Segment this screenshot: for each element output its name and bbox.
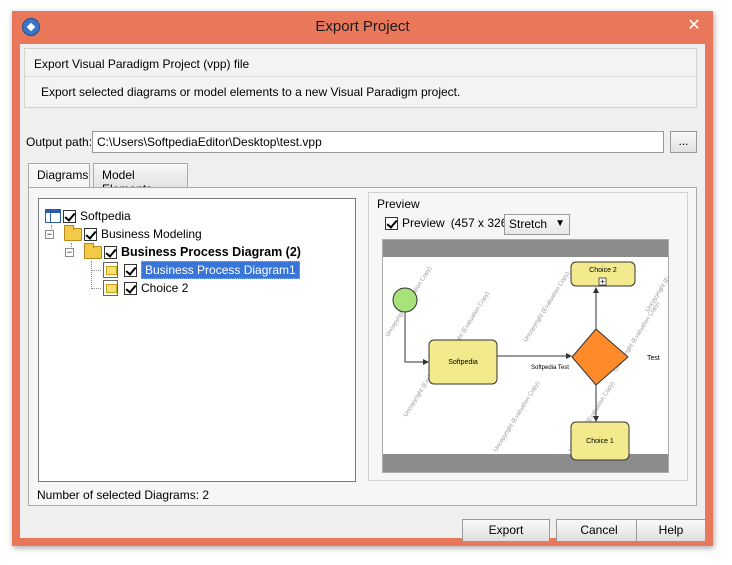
diagram-doc-icon: [103, 280, 118, 296]
collapse-icon[interactable]: −: [65, 247, 74, 257]
selected-count-label: Number of selected Diagrams: 2: [37, 488, 210, 502]
tree-item-label: Business Modeling: [101, 227, 202, 241]
chevron-down-icon: ▼: [555, 218, 565, 229]
flow-label: Softpedia Test: [531, 365, 569, 371]
tree-item-softpedia[interactable]: Softpedia: [45, 207, 131, 225]
diagram-doc-icon: [103, 262, 118, 278]
tree-item-business-modeling[interactable]: − Business Modeling: [45, 224, 202, 243]
info-panel: Export Visual Paradigm Project (vpp) fil…: [24, 48, 697, 108]
diagrams-tab-panel: Softpedia − Business Modeling − Business…: [28, 187, 697, 506]
decision-label: Test: [647, 355, 660, 362]
checkbox-business-process-diagram1[interactable]: [124, 263, 137, 277]
export-button[interactable]: Export: [462, 519, 550, 542]
diagram-preview: Uncopyright (Evaluation Copy) Uncopyrigh…: [382, 239, 669, 473]
cancel-button[interactable]: Cancel: [556, 519, 642, 542]
title-bar: Export Project ✕: [12, 11, 713, 44]
info-description: Export selected diagrams or model elemen…: [41, 85, 461, 99]
tree-item-business-process-diagram1[interactable]: Business Process Diagram1: [103, 261, 300, 279]
collapse-icon[interactable]: −: [45, 229, 54, 239]
decision-node: [571, 328, 629, 386]
tab-model-elements[interactable]: Model Elements: [93, 163, 188, 196]
window-title: Export Project: [315, 18, 410, 35]
checkbox-softpedia[interactable]: [63, 209, 76, 223]
export-project-window: Export Project ✕ Export Visual Paradigm …: [12, 11, 713, 546]
preview-checkbox-label: Preview: [402, 216, 445, 230]
info-divider: [25, 76, 696, 77]
diagram-icon: [45, 209, 61, 223]
tree-item-choice-2[interactable]: Choice 2: [103, 279, 188, 297]
preview-checkbox[interactable]: [385, 216, 398, 230]
browse-button[interactable]: ...: [670, 131, 697, 153]
tree-item-label: Choice 2: [141, 281, 189, 295]
preview-mode-select[interactable]: Stretch ▼: [504, 214, 570, 235]
choice-1-label: Choice 1: [586, 438, 614, 445]
folder-diagram-icon: [84, 242, 102, 259]
checkbox-business-modeling[interactable]: [84, 227, 97, 241]
output-path-input[interactable]: C:\Users\SoftpediaEditor\Desktop\test.vp…: [92, 131, 664, 153]
folder-open-icon: [64, 224, 82, 241]
preview-group-label: Preview: [375, 197, 422, 211]
close-icon[interactable]: ✕: [683, 16, 705, 36]
tree-item-label: Business Process Diagram (2): [121, 245, 301, 259]
tree-item-label: Business Process Diagram1: [141, 261, 300, 279]
info-heading: Export Visual Paradigm Project (vpp) fil…: [34, 57, 250, 71]
preview-size-text: (457 x 326): [450, 216, 512, 230]
task-node-label: Softpedia: [448, 359, 478, 366]
diagram-tree[interactable]: Softpedia − Business Modeling − Business…: [38, 198, 356, 482]
output-path-label: Output path:: [26, 135, 93, 149]
preview-mode-value: Stretch: [509, 217, 548, 231]
preview-group: Preview Preview (457 x 326) Stretch ▼ Un…: [368, 192, 688, 481]
tree-item-label: Softpedia: [80, 209, 131, 223]
tree-item-business-process-diagram-group[interactable]: − Business Process Diagram (2): [65, 242, 301, 261]
preview-diagram-svg: Softpedia Softpedia Test Test Choice 2 C…: [392, 261, 660, 461]
checkbox-business-process-diagram-group[interactable]: [104, 245, 117, 259]
start-node: [392, 287, 418, 313]
tab-diagrams[interactable]: Diagrams: [28, 163, 90, 188]
choice-2-label: Choice 2: [589, 267, 617, 274]
help-button[interactable]: Help: [636, 519, 706, 542]
preview-toggle[interactable]: Preview (457 x 326): [383, 216, 511, 230]
dialog-body: Export Visual Paradigm Project (vpp) fil…: [20, 44, 706, 542]
checkbox-choice-2[interactable]: [124, 281, 137, 295]
